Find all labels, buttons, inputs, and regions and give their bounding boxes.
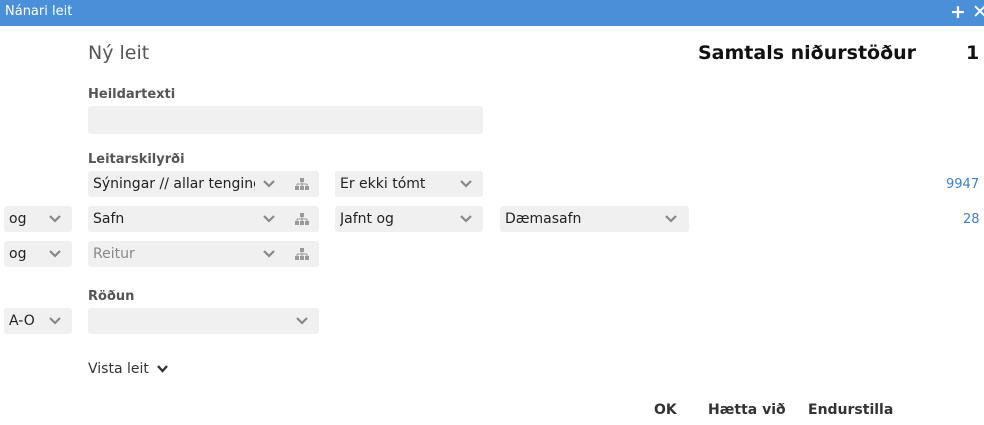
sort-direction-value: A-Ö (9, 313, 35, 329)
criteria-operator-select[interactable]: Jafnt og (335, 206, 483, 232)
chevron-down-icon (460, 180, 472, 188)
fulltext-input[interactable] (88, 106, 483, 134)
criteria-field-select[interactable]: Reitur (88, 241, 319, 267)
chevron-down-icon (263, 180, 275, 188)
conjunction-select[interactable]: og (4, 206, 72, 232)
hierarchy-icon[interactable] (295, 177, 309, 191)
sort-field-select[interactable] (88, 308, 319, 334)
criteria-result-count[interactable]: 9947 (946, 177, 979, 192)
title-bar: Nánari leit + ✕ (0, 0, 984, 26)
criteria-field-select[interactable]: Sýningar // allar tengingar (88, 171, 319, 197)
chevron-down-icon (157, 365, 169, 373)
new-search-title: Ný leit (88, 42, 150, 64)
total-results-count: 1 (966, 42, 980, 64)
add-icon[interactable]: + (950, 0, 966, 24)
hierarchy-icon[interactable] (295, 212, 309, 226)
criteria-operator-value: Jafnt og (340, 211, 394, 227)
criteria-field-select[interactable]: Safn (88, 206, 319, 232)
criteria-operator-value: Er ekki tómt (340, 176, 426, 192)
show-search-label: Vista leit (88, 361, 149, 377)
chevron-down-icon (49, 215, 61, 223)
window-title: Nánari leit (5, 4, 73, 19)
chevron-down-icon (263, 250, 275, 258)
criteria-value-value: Dæmasafn (505, 211, 582, 227)
criteria-field-value: Safn (93, 211, 125, 227)
hierarchy-icon[interactable] (295, 247, 309, 261)
reset-button[interactable]: Endurstilla (808, 402, 893, 418)
chevron-down-icon (263, 215, 275, 223)
chevron-down-icon (665, 215, 677, 223)
criteria-result-count[interactable]: 28 (963, 212, 980, 227)
chevron-down-icon (296, 317, 308, 325)
criteria-value-select[interactable]: Dæmasafn (500, 206, 689, 232)
criteria-field-value: Sýningar // allar tengingar (93, 176, 255, 192)
chevron-down-icon (49, 317, 61, 325)
chevron-down-icon (49, 250, 61, 258)
total-results-label: Samtals niðurstöður (698, 42, 917, 64)
close-icon[interactable]: ✕ (972, 0, 984, 24)
show-search-toggle[interactable]: Vista leit (88, 361, 169, 377)
conjunction-value: og (9, 211, 27, 227)
cancel-button[interactable]: Hætta við (708, 402, 786, 418)
sort-label: Röðun (88, 289, 135, 304)
conjunction-value: og (9, 246, 27, 262)
sort-direction-select[interactable]: A-Ö (4, 308, 72, 334)
criteria-field-placeholder: Reitur (93, 246, 135, 262)
fulltext-label: Heildartexti (88, 87, 176, 102)
ok-button[interactable]: OK (654, 402, 677, 418)
criteria-label: Leitarskilyrði (88, 152, 185, 167)
criteria-operator-select[interactable]: Er ekki tómt (335, 171, 483, 197)
conjunction-select[interactable]: og (4, 241, 72, 267)
chevron-down-icon (460, 215, 472, 223)
